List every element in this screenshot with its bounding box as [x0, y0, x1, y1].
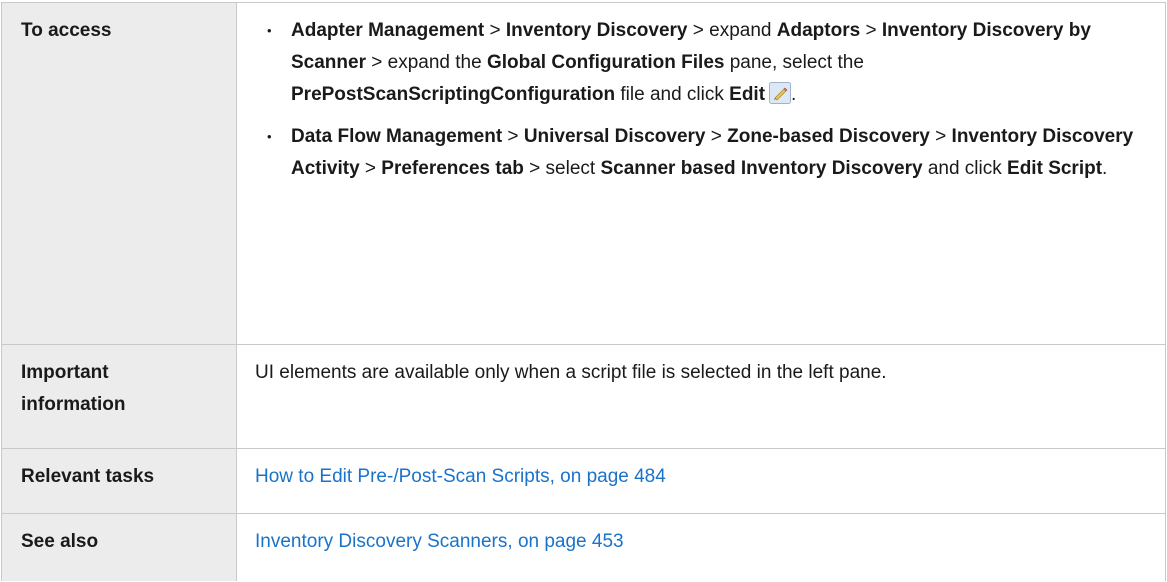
path-segment: Data Flow Management: [291, 126, 503, 147]
row-label-see-also: See also: [1, 513, 237, 581]
path-segment: Edit: [729, 84, 766, 105]
path-text: pane, select the: [724, 52, 864, 73]
path-segment: Adapter Management: [291, 20, 485, 41]
access-step-data-flow-management: • Data Flow Management > Universal Disco…: [255, 121, 1155, 185]
path-segment: Preferences tab: [381, 158, 524, 179]
relevant-tasks-cell: How to Edit Pre-/Post-Scan Scripts, on p…: [236, 448, 1166, 514]
row-important-information: Important information UI elements are av…: [1, 344, 1166, 449]
path-text: and click: [922, 158, 1008, 179]
path-segment: Global Configuration Files: [486, 52, 725, 73]
important-information-text: UI elements are available only when a sc…: [236, 344, 1166, 449]
path-segment: Edit Script: [1007, 158, 1103, 179]
path-segment: Adaptors: [776, 20, 861, 41]
row-see-also: See also Inventory Discovery Scanners, o…: [1, 513, 1166, 581]
path-segment: Universal Discovery: [523, 126, 706, 147]
path-separator: >: [502, 126, 524, 147]
pencil-edit-icon: [769, 82, 792, 104]
access-steps-list: • Adapter Management > Inventory Discove…: [255, 15, 1155, 185]
path-text: > expand the: [365, 52, 487, 73]
path-segment: Inventory Discovery: [505, 20, 688, 41]
path-text: file and click: [615, 84, 730, 105]
path-separator: >: [860, 20, 882, 41]
path-segment: PrePostScanScriptingConfiguration: [291, 84, 616, 105]
row-label-important-information: Important information: [1, 344, 237, 449]
path-text: .: [791, 84, 797, 105]
row-to-access: To access • Adapter Management > Invento…: [1, 2, 1166, 345]
see-also-cell: Inventory Discovery Scanners, on page 45…: [236, 513, 1166, 581]
bullet-icon: •: [267, 23, 272, 38]
see-also-link[interactable]: Inventory Discovery Scanners, on page 45…: [255, 531, 624, 552]
path-text: > select: [523, 158, 601, 179]
bullet-icon: •: [267, 129, 272, 144]
path-separator: >: [484, 20, 506, 41]
path-text: .: [1102, 158, 1108, 179]
path-text: > expand: [687, 20, 777, 41]
info-table: To access • Adapter Management > Invento…: [1, 2, 1166, 581]
path-separator: >: [705, 126, 728, 147]
access-content: • Adapter Management > Inventory Discove…: [236, 2, 1166, 345]
path-segment: Zone-based Discovery: [727, 126, 930, 147]
path-separator: >: [929, 126, 952, 147]
relevant-task-link[interactable]: How to Edit Pre-/Post-Scan Scripts, on p…: [255, 466, 666, 487]
access-step-adapter-management: • Adapter Management > Inventory Discove…: [255, 15, 1155, 111]
path-segment: Scanner based Inventory Discovery: [600, 158, 923, 179]
path-separator: >: [359, 158, 382, 179]
row-label-to-access: To access: [1, 2, 237, 345]
row-relevant-tasks: Relevant tasks How to Edit Pre-/Post-Sca…: [1, 448, 1166, 514]
row-label-relevant-tasks: Relevant tasks: [1, 448, 237, 514]
